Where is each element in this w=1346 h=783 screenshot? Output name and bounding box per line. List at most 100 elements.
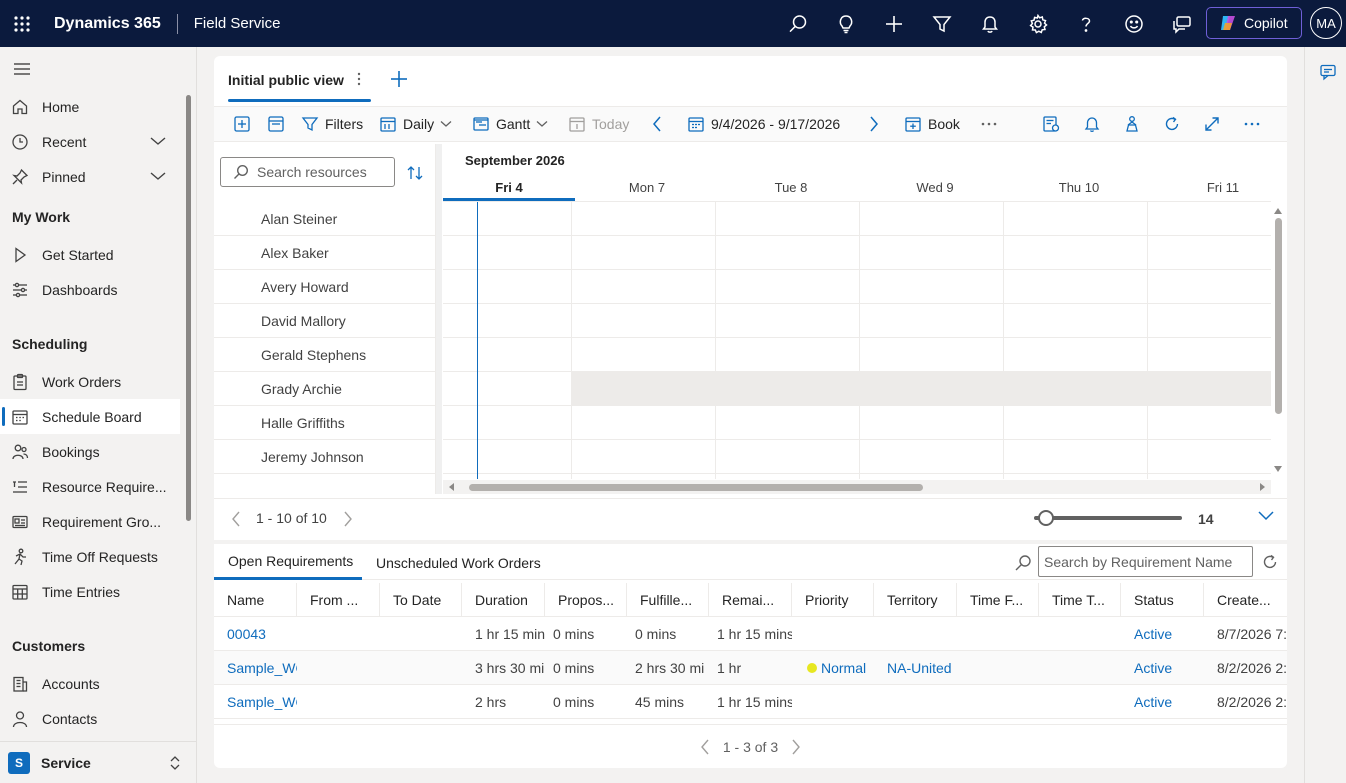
next-page-icon[interactable] — [342, 510, 354, 528]
settings-icon[interactable] — [1014, 0, 1062, 47]
refresh-icon[interactable] — [1163, 107, 1181, 141]
hamburger-icon[interactable] — [12, 59, 32, 79]
board-settings-icon[interactable] — [1042, 107, 1060, 141]
scroll-left-icon[interactable] — [449, 483, 455, 491]
sidebar-item-work-orders[interactable]: Work Orders — [0, 364, 180, 399]
sidebar-item-contacts[interactable]: Contacts — [0, 701, 180, 736]
add-tab-icon[interactable] — [389, 69, 409, 89]
scroll-right-icon[interactable] — [1259, 483, 1265, 491]
filters-button[interactable]: Filters — [301, 107, 363, 141]
more-options-icon[interactable] — [1243, 107, 1261, 141]
scroll-up-icon[interactable] — [1274, 208, 1282, 214]
lightbulb-icon[interactable] — [822, 0, 870, 47]
sidebar-scrollbar[interactable] — [186, 95, 191, 521]
sidebar-item-requirement-groups[interactable]: Requirement Gro... — [0, 504, 180, 539]
scrollbar-thumb[interactable] — [469, 484, 923, 491]
day-header[interactable]: Fri 11 — [1157, 180, 1289, 195]
day-header[interactable]: Tue 8 — [725, 180, 857, 195]
module-name[interactable]: Field Service — [194, 15, 281, 32]
territory-cell[interactable]: NA-United — [874, 651, 957, 685]
sidebar-item-dashboards[interactable]: Dashboards — [0, 272, 180, 307]
day-header[interactable]: Fri 4 — [443, 180, 575, 195]
status-cell[interactable]: Active — [1121, 617, 1204, 651]
more-vertical-icon[interactable] — [354, 71, 364, 87]
sort-icon[interactable] — [406, 164, 424, 182]
requirement-name-link[interactable]: Sample_WC — [214, 651, 297, 685]
sidebar-item-recent[interactable]: Recent — [0, 124, 180, 159]
bell-icon[interactable] — [966, 0, 1014, 47]
sidebar-item-pinned[interactable]: Pinned — [0, 159, 180, 194]
zoom-slider-thumb[interactable] — [1038, 510, 1054, 526]
scrollbar-thumb[interactable] — [1275, 218, 1282, 414]
fullscreen-icon[interactable] — [1203, 107, 1221, 141]
zoom-slider[interactable] — [1034, 516, 1182, 520]
column-header[interactable]: Create... — [1204, 583, 1287, 617]
sidebar-item-accounts[interactable]: Accounts — [0, 666, 180, 701]
priority-cell[interactable]: Normal — [794, 651, 876, 685]
column-header[interactable]: Fulfille... — [627, 583, 709, 617]
alerts-icon[interactable] — [1083, 107, 1101, 141]
smiley-icon[interactable] — [1110, 0, 1158, 47]
plus-icon[interactable] — [870, 0, 918, 47]
table-row[interactable]: Sample_WC 3 hrs 30 min 0 mins 2 hrs 30 m… — [214, 651, 1287, 685]
vertical-scrollbar[interactable] — [1272, 204, 1285, 482]
collapse-all-icon[interactable] — [267, 107, 285, 141]
resource-row[interactable]: Gerald Stephens — [214, 338, 436, 372]
status-cell[interactable]: Active — [1121, 651, 1204, 685]
requirement-name-link[interactable]: Sample_WC — [214, 685, 297, 719]
day-header[interactable]: Mon 7 — [581, 180, 713, 195]
column-header[interactable]: Duration — [462, 583, 545, 617]
next-arrow-icon[interactable] — [868, 107, 880, 141]
previous-page-icon[interactable] — [230, 510, 242, 528]
column-header[interactable]: Priority — [792, 583, 874, 617]
waffle-icon[interactable] — [0, 0, 44, 47]
book-button[interactable]: Book — [904, 107, 960, 141]
chevron-down-icon[interactable] — [1257, 510, 1275, 522]
tab-unscheduled-work-orders[interactable]: Unscheduled Work Orders — [376, 555, 541, 571]
expand-all-icon[interactable] — [233, 107, 251, 141]
period-dropdown[interactable]: Daily — [379, 107, 452, 141]
scroll-down-icon[interactable] — [1274, 466, 1282, 472]
previous-page-icon[interactable] — [699, 738, 711, 756]
pane-splitter[interactable] — [436, 144, 442, 494]
column-header[interactable]: To Date — [380, 583, 462, 617]
column-header[interactable]: From ... — [297, 583, 380, 617]
chevron-down-icon[interactable] — [150, 171, 166, 181]
copilot-button[interactable]: Copilot — [1206, 7, 1302, 39]
area-switcher[interactable]: S Service — [0, 741, 197, 783]
resource-row[interactable]: Jeremy Johnson — [214, 440, 436, 474]
next-page-icon[interactable] — [790, 738, 802, 756]
resource-row[interactable]: Grady Archie — [214, 372, 436, 406]
more-horizontal-icon[interactable] — [980, 107, 998, 141]
resource-row[interactable]: Halle Griffiths — [214, 406, 436, 440]
column-header[interactable]: Territory — [874, 583, 957, 617]
resource-icon[interactable] — [1123, 107, 1141, 141]
table-row[interactable]: 00043 1 hr 15 mins 0 mins 0 mins 1 hr 15… — [214, 617, 1287, 651]
horizontal-scrollbar[interactable] — [443, 480, 1271, 494]
date-range-picker[interactable]: 9/4/2026 - 9/17/2026 — [687, 107, 840, 141]
search-icon[interactable] — [1014, 554, 1032, 572]
resource-row[interactable]: Alan Steiner — [214, 202, 436, 236]
view-mode-dropdown[interactable]: Gantt — [472, 107, 548, 141]
sidebar-item-get-started[interactable]: Get Started — [0, 237, 180, 272]
search-icon[interactable] — [774, 0, 822, 47]
column-header[interactable]: Name — [214, 583, 297, 617]
gantt-grid[interactable] — [443, 201, 1271, 479]
avatar[interactable]: MA — [1310, 7, 1342, 39]
filter-icon[interactable] — [918, 0, 966, 47]
column-header[interactable]: Time F... — [957, 583, 1039, 617]
table-row[interactable]: Sample_WC 2 hrs 0 mins 45 mins 1 hr 15 m… — [214, 685, 1287, 719]
sidebar-item-resource-requirements[interactable]: Resource Require... — [0, 469, 180, 504]
sidebar-item-bookings[interactable]: Bookings — [0, 434, 180, 469]
help-icon[interactable] — [1062, 0, 1110, 47]
column-header[interactable]: Status — [1121, 583, 1204, 617]
resource-row[interactable]: Avery Howard — [214, 270, 436, 304]
sidebar-item-schedule-board[interactable]: Schedule Board — [0, 399, 180, 434]
status-cell[interactable]: Active — [1121, 685, 1204, 719]
search-resources-input[interactable]: Search resources — [220, 157, 395, 187]
chat-icon[interactable] — [1319, 63, 1337, 81]
day-header[interactable]: Thu 10 — [1013, 180, 1145, 195]
chevron-down-icon[interactable] — [150, 136, 166, 146]
refresh-icon[interactable] — [1261, 553, 1279, 571]
requirement-name-link[interactable]: 00043 — [214, 617, 297, 651]
